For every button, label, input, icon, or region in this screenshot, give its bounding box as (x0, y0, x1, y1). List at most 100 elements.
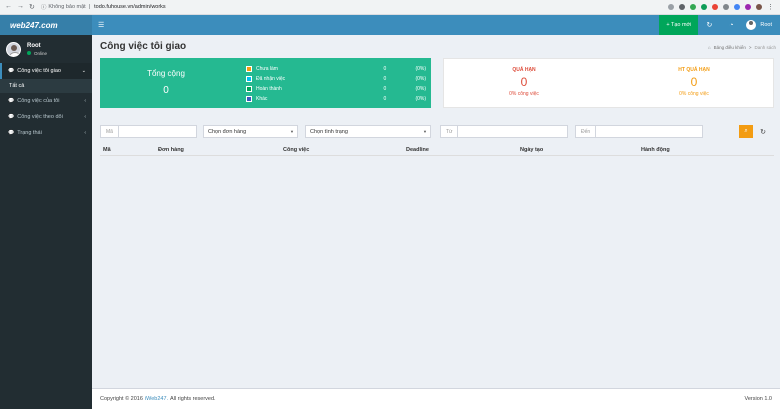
status-select-value: Chọn tình trạng ▼ (306, 129, 430, 135)
status-count: 0 (383, 96, 387, 102)
done-overdue-value: 0 (690, 75, 698, 89)
chevron-down-icon: ⌄ (81, 68, 86, 74)
sidebar-item-my-tasks[interactable]: 💬 Công việc của tôi ‹ (0, 93, 92, 109)
chevron-left-icon: ‹ (84, 114, 86, 120)
order-select[interactable]: Chọn đơn hàng ▼ (203, 125, 298, 138)
order-select-text: Chọn đơn hàng (208, 128, 247, 135)
sidebar-item-label: Công việc của tôi (17, 98, 60, 104)
status-select[interactable]: Chọn tình trạng ▼ (305, 125, 431, 138)
address-bar[interactable]: ⓘ Không bảo mật | todo.fuhouse.vn/admin/… (41, 3, 166, 11)
sidebar-item-label: Công việc theo dõi (17, 114, 63, 120)
extension-icon[interactable] (668, 4, 674, 10)
from-date-label: Từ (441, 126, 459, 137)
overdue-sub: 0% công việc (509, 91, 539, 97)
breadcrumb: ⌂ Bảng điều khiển > Danh sách (708, 45, 776, 50)
main-content: Công việc tôi giao ⌂ Bảng điều khiển > D… (92, 35, 780, 388)
overdue-label: QUÁ HẠN (512, 67, 536, 73)
extension-icon[interactable] (690, 4, 696, 10)
chevron-left-icon: ‹ (84, 130, 86, 136)
user-avatar-icon (746, 20, 757, 30)
user-status: Online (27, 51, 47, 56)
reload-icon[interactable]: ↻ (29, 3, 35, 11)
logo-text: web247.com (10, 20, 58, 30)
caret-down-icon: ▼ (290, 129, 294, 134)
url-text[interactable]: todo.fuhouse.vn/admin/works (94, 4, 166, 10)
refresh-icon[interactable]: ↻ (698, 21, 720, 29)
extension-icon[interactable] (734, 4, 740, 10)
chevron-left-icon: ‹ (84, 98, 86, 104)
sidebar-item-status[interactable]: 💬 Trạng thái ‹ (0, 125, 92, 141)
sidebar-item-assigned-by-me[interactable]: 💬 Công việc tôi giao ⌄ (0, 63, 92, 79)
status-row-done: Hoàn thành 0 (0%) (246, 84, 426, 94)
to-date-label: Đến (576, 126, 597, 137)
sidebar-toggle-icon[interactable]: ☰ (98, 21, 104, 29)
browser-toolbar: ← → ↻ ⓘ Không bảo mật | todo.fuhouse.vn/… (0, 0, 780, 15)
summary-overdue-box: QUÁ HẠN 0 0% công việc HT QUÁ HẠN 0 0% c… (443, 58, 774, 108)
menu-icon[interactable]: ⋮ (767, 3, 774, 11)
column-header[interactable]: Đơn hàng (158, 147, 184, 153)
brand-link[interactable]: iWeb247. (145, 396, 168, 402)
dashboard-icon[interactable]: ◔ (720, 22, 742, 29)
status-row-other: Khác 0 (0%) (246, 94, 426, 104)
from-date-input[interactable] (458, 126, 567, 137)
comment-icon: 💬 (8, 130, 15, 136)
done-overdue-sub: 0% công việc (679, 91, 709, 97)
sidebar-item-following[interactable]: 💬 Công việc theo dõi ‹ (0, 109, 92, 125)
top-navbar: ☰ + Tạo mới ↻ ◔ Root (92, 15, 780, 35)
extensions: ⋮ (668, 3, 780, 11)
copyright-text: Copyright © 2016 (100, 396, 143, 402)
status-swatch (246, 96, 252, 102)
to-date-input[interactable] (596, 126, 702, 137)
status-swatch (246, 76, 252, 82)
status-label: Chưa làm (255, 66, 278, 72)
status-label: Khác (255, 96, 268, 102)
column-header[interactable]: Hành động (641, 147, 670, 153)
comment-icon: 💬 (8, 98, 15, 104)
create-new-label: + Tạo mới (666, 22, 692, 28)
navbar-user-menu[interactable]: Root (742, 20, 780, 30)
page-title: Công việc tôi giao (100, 41, 187, 52)
logo[interactable]: web247.com (0, 15, 92, 35)
sidebar-item-label: Tất cả (9, 83, 25, 89)
navbar-right: + Tạo mới ↻ ◔ Root (659, 15, 780, 35)
breadcrumb-home[interactable]: Bảng điều khiển (714, 45, 746, 50)
breadcrumb-separator: > (748, 45, 752, 50)
sidebar-item-label: Trạng thái (17, 130, 42, 136)
done-overdue-label: HT QUÁ HẠN (678, 67, 710, 73)
status-percent: (0%) (415, 96, 426, 102)
extension-icon[interactable] (712, 4, 718, 10)
forward-icon[interactable]: → (17, 3, 24, 11)
reset-filter-button[interactable]: ↻ (757, 125, 769, 138)
extension-icon[interactable] (723, 4, 729, 10)
column-header[interactable]: Ngày tạo (520, 147, 543, 153)
status-row-received: Đã nhận việc 0 (0%) (246, 74, 426, 84)
extension-icon[interactable] (745, 4, 751, 10)
extension-icon[interactable] (679, 4, 685, 10)
search-icon: ⌕ (744, 128, 748, 134)
user-panel: Root Online (0, 35, 92, 63)
done-overdue-stat: HT QUÁ HẠN 0 0% công việc (634, 67, 754, 97)
browser-nav: ← → ↻ (0, 3, 35, 11)
separator: | (88, 4, 91, 10)
user-info: Root Online (27, 43, 47, 56)
order-select-value: Chọn đơn hàng ▼ (204, 129, 297, 135)
column-header[interactable]: Công việc (283, 147, 309, 153)
caret-down-icon: ▼ (423, 129, 427, 134)
summary-total-box: Tổng cộng 0 Chưa làm 0 (0%) Đã nhận việc… (100, 58, 431, 108)
back-icon[interactable]: ← (5, 3, 12, 11)
profile-avatar-icon[interactable] (756, 4, 762, 10)
status-row-todo: Chưa làm 0 (0%) (246, 64, 426, 74)
table-header: Mã Đơn hàng Công việc Deadline Ngày tạo … (100, 144, 774, 156)
column-header[interactable]: Mã (103, 147, 111, 153)
sidebar-subitem-all[interactable]: Tất cả (0, 79, 92, 93)
task-list-panel: Mã Chọn đơn hàng ▼ Chọn tình trạng ▼ Từ (92, 119, 780, 388)
column-header[interactable]: Deadline (406, 147, 429, 153)
code-input[interactable] (119, 126, 196, 137)
sidebar-item-label: Công việc tôi giao (17, 68, 61, 74)
status-list: Chưa làm 0 (0%) Đã nhận việc 0 (0%) Hoàn… (246, 64, 426, 104)
status-percent: (0%) (415, 66, 426, 72)
search-button[interactable]: ⌕ (739, 125, 753, 138)
extension-icon[interactable] (701, 4, 707, 10)
total-value: 0 (163, 85, 169, 96)
create-new-button[interactable]: + Tạo mới (659, 15, 699, 35)
